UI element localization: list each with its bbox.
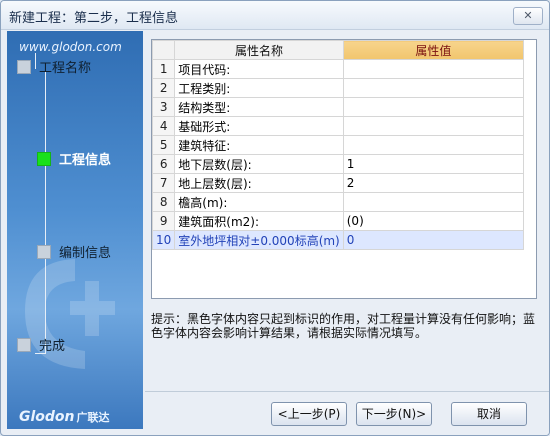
property-value[interactable] <box>342 59 525 79</box>
title-bar: 新建工程：第二步，工程信息 ✕ <box>1 1 549 30</box>
progress-line <box>35 53 36 69</box>
property-value[interactable] <box>342 116 525 136</box>
step-marker <box>37 245 51 259</box>
row-index: 2 <box>152 78 176 98</box>
table-row[interactable]: 3 结构类型: <box>152 97 525 117</box>
step-marker <box>17 60 31 74</box>
logo-chinese: 广联达 <box>76 411 110 424</box>
row-index: 8 <box>152 192 176 212</box>
wizard-sidebar: www.glodon.com 工程名称 工程信息 编制信息 完成 Glodon 广… <box>7 31 143 429</box>
row-index: 3 <box>152 97 176 117</box>
window-title: 新建工程：第二步，工程信息 <box>9 11 179 26</box>
property-value[interactable] <box>342 97 525 117</box>
table-row[interactable]: 2 工程类别: <box>152 78 525 98</box>
property-name: 檐高(m): <box>174 192 344 212</box>
row-index: 6 <box>152 154 176 174</box>
hint-text: 提示：黑色字体内容只起到标识的作用，对工程量计算没有任何影响；蓝色字体内容会影响… <box>151 312 536 340</box>
prev-button[interactable]: <上一步(P) <box>271 402 347 426</box>
step-label: 完成 <box>39 339 66 354</box>
property-name: 建筑特征: <box>174 135 344 155</box>
row-index: 5 <box>152 135 176 155</box>
logo-brand: Glodon <box>19 409 75 425</box>
step-label: 工程名称 <box>39 61 92 76</box>
property-name: 室外地坪相对±0.000标高(m) <box>174 230 344 250</box>
close-button[interactable]: ✕ <box>513 7 543 25</box>
step-label: 编制信息 <box>59 246 112 261</box>
row-index: 4 <box>152 116 176 136</box>
property-value[interactable] <box>342 78 525 98</box>
name-column-header: 属性名称 <box>174 40 344 60</box>
step-label: 工程信息 <box>59 153 112 168</box>
property-value[interactable] <box>342 135 525 155</box>
watermark-icon <box>25 259 115 369</box>
table-row[interactable]: 9 建筑面积(m2): (0) <box>152 211 525 231</box>
glodon-logo: Glodon 广联达 <box>19 409 110 425</box>
table-row[interactable]: 4 基础形式: <box>152 116 525 136</box>
cancel-button[interactable]: 取消 <box>451 402 527 426</box>
header-row: 属性名称 属性值 <box>152 40 525 60</box>
row-index: 10 <box>152 230 176 250</box>
site-url: www.glodon.com <box>19 40 122 54</box>
table-row[interactable]: 5 建筑特征: <box>152 135 525 155</box>
property-table: 属性名称 属性值 1 项目代码: 2 工程类别: 3 结构类型: 4 基础形式: 5 建筑特征: 6… <box>152 40 525 250</box>
property-value[interactable]: 2 <box>342 173 525 193</box>
property-name: 工程类别: <box>174 78 344 98</box>
step-marker <box>17 338 31 352</box>
property-name: 结构类型: <box>174 97 344 117</box>
row-index: 7 <box>152 173 176 193</box>
next-button[interactable]: 下一步(N)> <box>356 402 432 426</box>
index-header <box>152 40 176 60</box>
property-name: 地下层数(层): <box>174 154 344 174</box>
row-index: 9 <box>152 211 176 231</box>
property-name: 项目代码: <box>174 59 344 79</box>
step-marker-active <box>37 152 51 166</box>
table-row[interactable]: 10 室外地坪相对±0.000标高(m) 0 <box>152 230 525 250</box>
property-value[interactable]: 0 <box>342 230 525 250</box>
table-row[interactable]: 6 地下层数(层): 1 <box>152 154 525 174</box>
property-value[interactable] <box>342 192 525 212</box>
table-row[interactable]: 1 项目代码: <box>152 59 525 79</box>
property-value[interactable]: 1 <box>342 154 525 174</box>
wizard-window: 新建工程：第二步，工程信息 ✕ www.glodon.com 工程名称 工程信息… <box>0 0 550 436</box>
row-index: 1 <box>152 59 176 79</box>
property-name: 基础形式: <box>174 116 344 136</box>
value-column-header: 属性值 <box>342 40 525 60</box>
close-icon: ✕ <box>523 9 533 22</box>
property-value[interactable]: (0) <box>342 211 525 231</box>
progress-line <box>45 69 46 353</box>
button-bar: <上一步(P) 下一步(N)> 取消 <box>145 391 549 435</box>
property-name: 地上层数(层): <box>174 173 344 193</box>
table-row[interactable]: 7 地上层数(层): 2 <box>152 173 525 193</box>
table-row[interactable]: 8 檐高(m): <box>152 192 525 212</box>
property-grid: 属性名称 属性值 1 项目代码: 2 工程类别: 3 结构类型: 4 基础形式: 5 建筑特征: 6… <box>151 39 537 299</box>
property-name: 建筑面积(m2): <box>174 211 344 231</box>
